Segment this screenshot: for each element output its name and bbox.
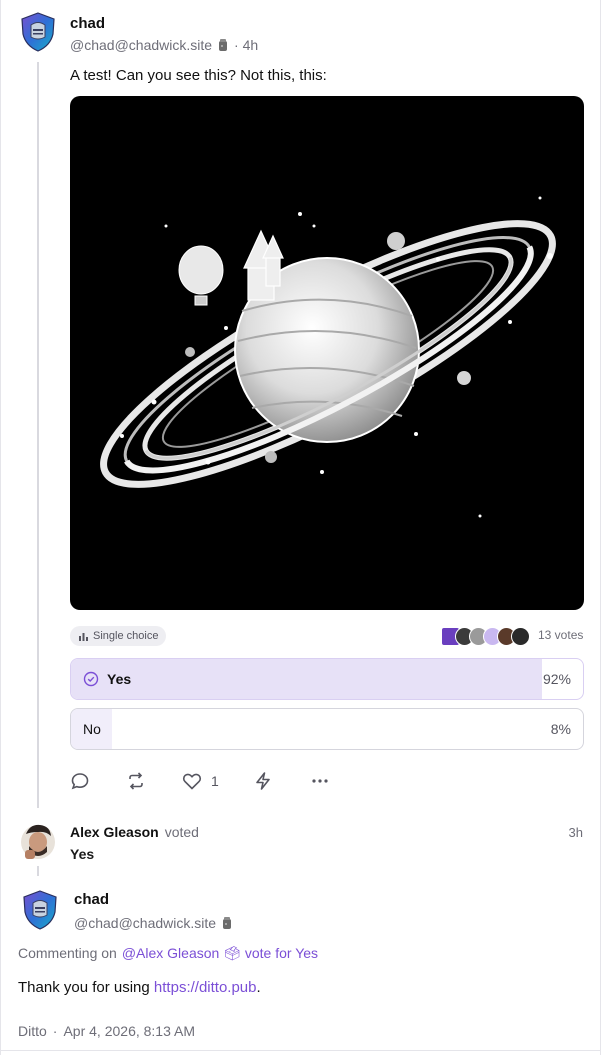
poll-option-percent: 92%: [542, 671, 571, 687]
poll-type-chip: Single choice: [70, 626, 167, 646]
heart-icon: [182, 773, 202, 790]
reply-button[interactable]: [70, 770, 90, 792]
jar-emoji-icon: [220, 916, 234, 930]
bottom-divider: [1, 1050, 601, 1051]
reply-author-avatar[interactable]: [22, 890, 58, 930]
reply-date[interactable]: Apr 4, 2026, 8:13 AM: [63, 1023, 195, 1039]
author-handle[interactable]: @chad@chadwick.site: [70, 37, 212, 53]
knight-shield-icon: [21, 12, 55, 52]
bar-chart-icon: [79, 632, 88, 641]
thread-line: [37, 62, 39, 808]
post-time[interactable]: · 4h: [234, 37, 258, 53]
poll-votes-count: 13 votes: [538, 628, 584, 642]
reply-meta: Ditto · Apr 4, 2026, 8:13 AM: [18, 1023, 195, 1039]
jar-emoji-icon: [216, 38, 230, 52]
voter-avatars[interactable]: [441, 626, 530, 646]
knight-shield-icon: [23, 890, 57, 930]
planet-illustration: [100, 196, 556, 518]
client-name[interactable]: Ditto: [18, 1023, 47, 1039]
poll-option-fill: [71, 659, 543, 699]
author-handle-row: @chad@chadwick.site · 4h: [70, 37, 258, 53]
vote-choice: Yes: [70, 846, 95, 862]
poll-option-yes[interactable]: Yes 92%: [70, 658, 584, 700]
post-text: A test! Can you see this? Not this, this…: [70, 67, 327, 84]
poll-option-percent: 8%: [550, 721, 571, 737]
voter-name[interactable]: Alex Gleason: [70, 824, 159, 840]
reply-author-name[interactable]: chad: [74, 891, 109, 908]
voter-profile-avatar[interactable]: [20, 822, 56, 862]
thread-line: [37, 866, 39, 876]
voted-verb: voted: [164, 824, 199, 840]
reply-author-handle[interactable]: @chad@chadwick.site: [74, 915, 216, 931]
author-name[interactable]: chad: [70, 15, 105, 32]
poll-type-label: Single choice: [93, 630, 159, 642]
poll-option-no[interactable]: No 8%: [70, 708, 584, 750]
repost-icon: [129, 772, 143, 790]
vote-event-header: Alex Gleason voted: [70, 824, 199, 840]
author-avatar[interactable]: [20, 12, 56, 52]
like-count: 1: [211, 773, 219, 789]
reply-link[interactable]: https://ditto.pub: [154, 979, 257, 996]
commenting-target-link[interactable]: @Alex Gleason 🗳 vote for Yes: [122, 945, 318, 962]
reply-text-before: Thank you for using: [18, 979, 150, 996]
more-dots-icon: [312, 779, 328, 783]
commenting-on: Commenting on @Alex Gleason 🗳 vote for Y…: [18, 945, 318, 962]
reply-text-after: .: [256, 979, 261, 996]
commenting-prefix: Commenting on: [18, 945, 117, 961]
voter-avatar: [511, 626, 530, 646]
comment-icon: [71, 773, 89, 790]
post-image[interactable]: [70, 96, 584, 610]
like-button[interactable]: 1: [181, 770, 219, 792]
poll-option-label: Yes: [107, 671, 132, 687]
repost-button[interactable]: [126, 770, 146, 792]
person-photo-icon: [21, 824, 55, 859]
zap-button[interactable]: [253, 770, 273, 792]
meta-separator: ·: [52, 1023, 58, 1039]
check-circle-icon: [83, 671, 99, 687]
more-button[interactable]: [310, 770, 330, 792]
lightning-icon: [256, 772, 270, 790]
feed-frame: chad @chad@chadwick.site · 4h A test! Ca…: [0, 0, 601, 1055]
reply-handle-row: @chad@chadwick.site: [74, 915, 234, 931]
reply-text: Thank you for using https://ditto.pub.: [18, 979, 261, 996]
vote-event-time[interactable]: 3h: [569, 825, 583, 840]
poll-option-label: No: [83, 721, 101, 737]
